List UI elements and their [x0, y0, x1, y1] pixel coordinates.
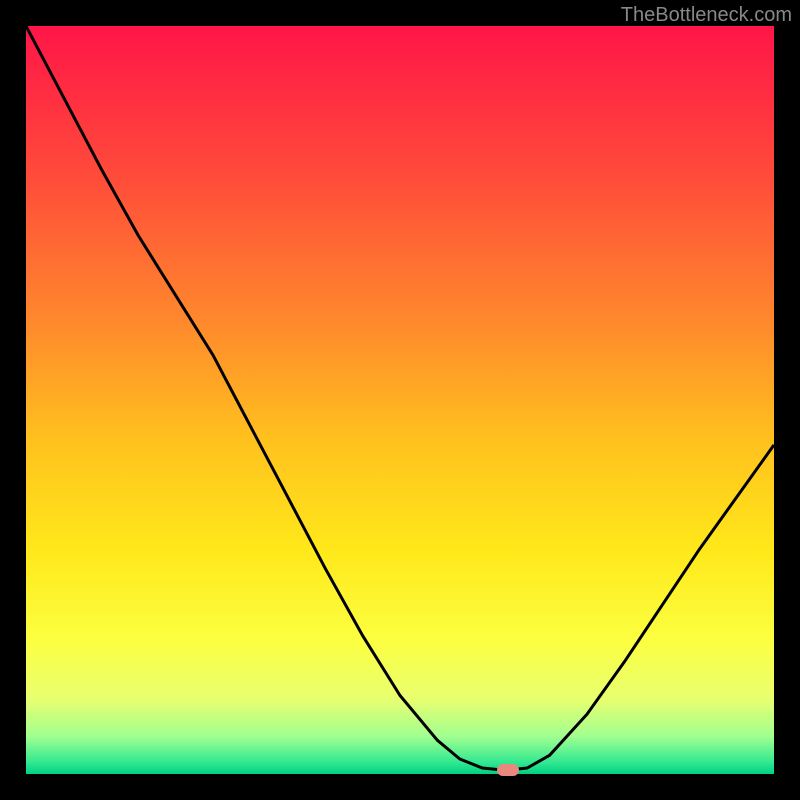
bottleneck-plot [26, 26, 774, 774]
optimum-marker [497, 764, 519, 776]
watermark-text: TheBottleneck.com [621, 4, 792, 27]
bottleneck-curve [26, 26, 774, 774]
